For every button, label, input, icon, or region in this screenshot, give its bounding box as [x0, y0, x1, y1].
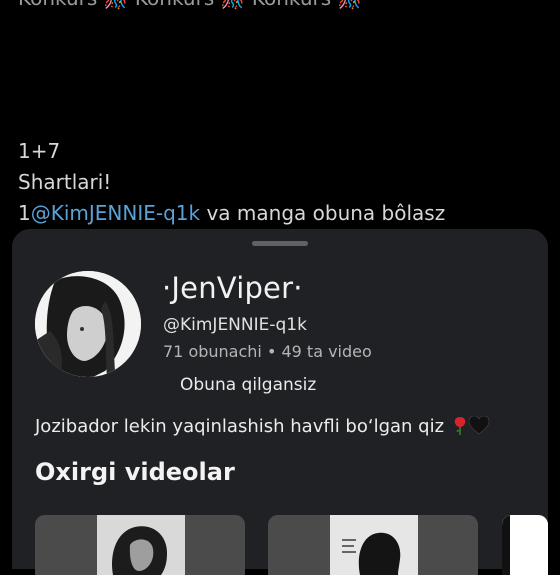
channel-avatar[interactable]: [35, 271, 141, 377]
subscribed-button[interactable]: Obuna qilgansiz: [180, 375, 316, 395]
post-line-prefix: 1: [18, 201, 31, 225]
recent-videos-heading: Oxirgi videolar: [35, 458, 235, 486]
post-line: 1+7: [18, 139, 61, 163]
channel-description: Jozibador lekin yaqinlashish havfli bo‘l…: [35, 415, 490, 440]
channel-mention-link[interactable]: @KimJENNIE-q1k: [31, 201, 200, 225]
video-thumbnail-icon: [502, 515, 548, 575]
post-header-text: Konkurs 🎊 Konkurs 🎊 Konkurs 🎊: [18, 0, 362, 10]
profile-photo-icon: [35, 271, 141, 377]
channel-bottom-sheet: ·JenViper· @KimJENNIE-q1k 71 obunachi • …: [12, 229, 548, 575]
video-thumbnail[interactable]: [35, 515, 245, 575]
black-heart-icon: [468, 415, 490, 440]
video-thumbnail[interactable]: [502, 515, 548, 575]
video-thumbnail-icon: [268, 515, 478, 575]
channel-name: ·JenViper·: [162, 271, 303, 305]
video-thumbnail-icon: [35, 515, 245, 575]
rose-icon: [452, 415, 468, 440]
post-line: 1@KimJENNIE-q1k va manga obuna bôlasz: [18, 198, 445, 229]
description-text: Jozibador lekin yaqinlashish havfli bo‘l…: [35, 416, 445, 437]
drag-handle[interactable]: [252, 241, 308, 246]
post-line-suffix: va manga obuna bôlasz: [200, 201, 446, 225]
post-body: 1+7 Shartlari! 1@KimJENNIE-q1k va manga …: [18, 136, 445, 229]
channel-handle: @KimJENNIE-q1k: [163, 315, 307, 335]
video-thumbnail[interactable]: [268, 515, 478, 575]
post-line: Shartlari!: [18, 170, 112, 194]
channel-stats: 71 obunachi • 49 ta video: [163, 342, 372, 361]
